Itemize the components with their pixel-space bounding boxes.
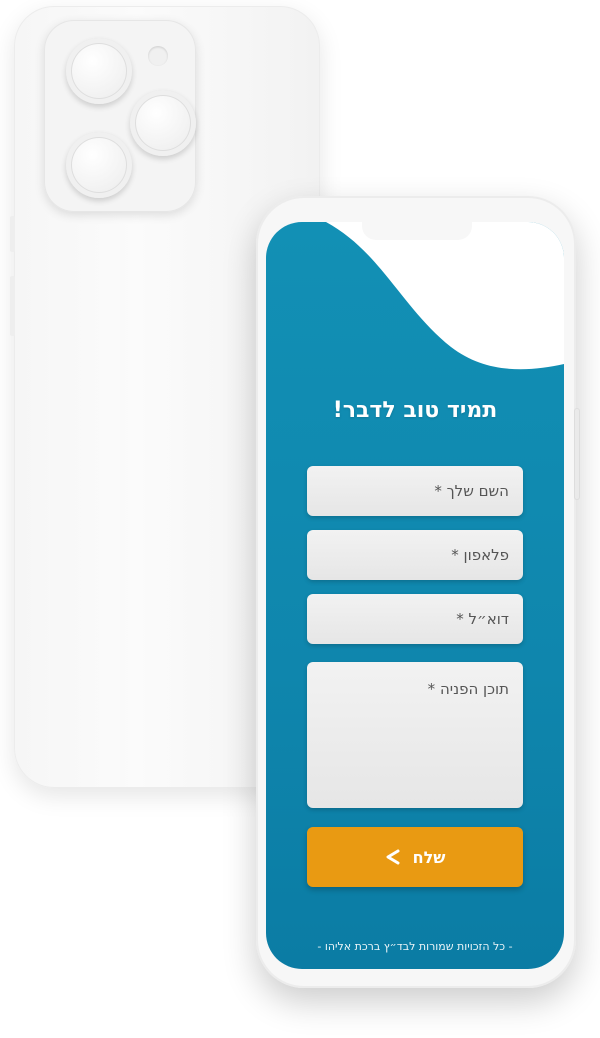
email-field-placeholder: דוא״ל *: [456, 610, 509, 628]
phone-side-button: [10, 276, 15, 336]
camera-lens-icon: [66, 132, 132, 198]
send-button[interactable]: שלח: [307, 827, 523, 887]
name-field[interactable]: השם שלך *: [307, 466, 523, 516]
message-field[interactable]: תוכן הפניה *: [307, 662, 523, 808]
send-button-label: שלח: [412, 847, 446, 867]
phone-screen: תמיד טוב לדבר! השם שלך * פלאפון * דוא״ל …: [266, 222, 564, 969]
name-field-placeholder: השם שלך *: [434, 482, 509, 500]
phone-front-view: תמיד טוב לדבר! השם שלך * פלאפון * דוא״ל …: [256, 196, 580, 988]
phone-field-placeholder: פלאפון *: [451, 546, 509, 564]
camera-lens-icon: [66, 38, 132, 104]
header-wave-shape: [326, 222, 564, 370]
email-field[interactable]: דוא״ל *: [307, 594, 523, 644]
phone-field[interactable]: פלאפון *: [307, 530, 523, 580]
product-mockup: תמיד טוב לדבר! השם שלך * פלאפון * דוא״ל …: [0, 0, 600, 1038]
screen-notch: [362, 222, 472, 240]
chevron-left-icon: [386, 849, 400, 865]
phone-side-button: [10, 216, 15, 252]
form-title: תמיד טוב לדבר!: [332, 398, 498, 423]
message-field-placeholder: תוכן הפניה *: [427, 680, 509, 698]
flash-icon: [148, 46, 168, 66]
camera-module: [44, 20, 196, 212]
phone-power-button: [574, 408, 580, 500]
camera-lens-icon: [130, 90, 196, 156]
copyright-footer: - כל הזכויות שמורות לבד״ץ ברכת אליהו -: [317, 940, 513, 953]
